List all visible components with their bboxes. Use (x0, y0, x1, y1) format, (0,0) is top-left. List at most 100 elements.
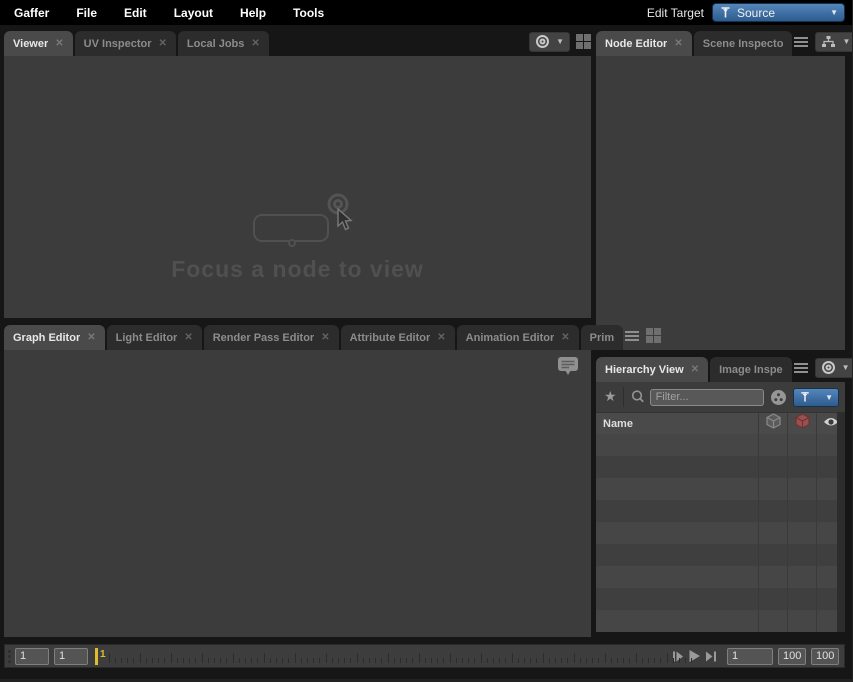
ruler-tick (443, 658, 444, 663)
graph-editor-tabbar: Graph Editor✕Light Editor✕Render Pass Ed… (4, 324, 591, 350)
name-cell (596, 478, 758, 500)
ruler-tick (636, 653, 637, 663)
ruler-tick (394, 658, 395, 663)
close-icon[interactable]: ✕ (437, 332, 445, 343)
scene-end-field[interactable]: 100 (811, 648, 839, 665)
current-frame-field[interactable]: 1 (727, 648, 773, 665)
tab-prim[interactable]: Prim (581, 325, 623, 350)
tab-light-editor[interactable]: Light Editor✕ (107, 325, 202, 350)
scrollbar[interactable] (837, 412, 845, 632)
ruler-tick (524, 658, 525, 663)
exclusions-cell (787, 478, 816, 500)
ruler-tick (580, 658, 581, 663)
bookmark-star-icon[interactable]: ★ (604, 388, 617, 405)
close-icon[interactable]: ✕ (159, 38, 167, 49)
ruler-tick (611, 658, 612, 663)
close-icon[interactable]: ✕ (674, 38, 682, 49)
frame-ruler[interactable] (107, 645, 668, 667)
viewer-target-dropdown-button[interactable]: ▼ (529, 32, 570, 52)
skip-to-end-icon[interactable] (705, 650, 717, 663)
layout-grid-icon[interactable] (646, 328, 661, 343)
close-icon[interactable]: ✕ (251, 38, 259, 49)
annotation-bubble-icon[interactable] (557, 356, 579, 382)
close-icon[interactable]: ✕ (691, 364, 699, 375)
name-cell (596, 588, 758, 610)
table-row[interactable] (596, 610, 845, 632)
playback-end-field[interactable]: 100 (778, 648, 806, 665)
exclusions-column-header[interactable] (787, 413, 816, 434)
hierarchy-table-header: Name (596, 412, 845, 434)
tab-overflow-menu-icon[interactable] (794, 362, 808, 374)
tab-uv-inspector[interactable]: UV Inspector✕ (75, 31, 176, 56)
name-cell (596, 544, 758, 566)
drag-handle-icon[interactable] (8, 649, 11, 664)
tab-overflow-menu-icon[interactable] (794, 36, 808, 48)
tab-overflow-menu-icon[interactable] (625, 330, 639, 342)
tab-attribute-editor[interactable]: Attribute Editor✕ (341, 325, 455, 350)
tab-animation-editor[interactable]: Animation Editor✕ (457, 325, 579, 350)
play-icon[interactable] (688, 649, 701, 663)
tab-graph-editor[interactable]: Graph Editor ✕ (4, 325, 105, 350)
tab-render-pass-editor[interactable]: Render Pass Editor✕ (204, 325, 339, 350)
layout-grid-icon[interactable] (576, 34, 591, 49)
ruler-tick (295, 653, 296, 663)
settings-dots-icon[interactable] (770, 389, 787, 406)
tab-hierarchy-view[interactable]: Hierarchy View✕ (596, 357, 708, 382)
hierarchy-target-dropdown-button[interactable]: ▼ (815, 358, 853, 378)
inclusions-column-header[interactable] (758, 413, 787, 434)
ruler-tick (462, 658, 463, 663)
playback-start-field[interactable]: 1 (54, 648, 88, 665)
ruler-tick (493, 658, 494, 663)
ruler-tick (685, 658, 686, 663)
viewer-canvas[interactable]: Focus a node to view (4, 56, 591, 318)
node-graph-dropdown-button[interactable]: ▼ (815, 32, 853, 52)
name-column-header[interactable]: Name (596, 413, 758, 434)
table-row[interactable] (596, 588, 845, 610)
ruler-tick (468, 658, 469, 663)
tab-scene-inspecto[interactable]: Scene Inspecto (694, 31, 793, 56)
filter-input[interactable] (650, 389, 764, 406)
menu-gaffer[interactable]: Gaffer (14, 6, 49, 20)
menu-help[interactable]: Help (240, 6, 266, 20)
playhead[interactable] (95, 648, 98, 665)
ruler-tick (425, 658, 426, 663)
table-row[interactable] (596, 500, 845, 522)
close-icon[interactable]: ✕ (321, 332, 329, 343)
tab-label: Graph Editor (13, 332, 80, 344)
table-row[interactable] (596, 456, 845, 478)
close-icon[interactable]: ✕ (87, 332, 95, 343)
tab-viewer[interactable]: Viewer✕ (4, 31, 73, 56)
name-cell (596, 500, 758, 522)
viewer-tabbar-tools: ▼ (529, 30, 591, 56)
scene-start-field[interactable]: 1 (15, 648, 49, 665)
graph-editor-canvas[interactable] (4, 350, 591, 637)
menu-layout[interactable]: Layout (174, 6, 213, 20)
tab-image-inspe[interactable]: Image Inspe (710, 357, 792, 382)
chevron-down-icon: ▼ (842, 37, 850, 46)
edit-scope-dropdown[interactable]: ▼ (793, 388, 839, 407)
close-icon[interactable]: ✕ (561, 332, 569, 343)
inclusions-cell (758, 434, 787, 456)
ruler-tick (388, 653, 389, 663)
ruler-tick (623, 658, 624, 663)
ruler-tick (152, 658, 153, 663)
ruler-tick (133, 658, 134, 663)
close-icon[interactable]: ✕ (55, 38, 63, 49)
table-row[interactable] (596, 478, 845, 500)
table-row[interactable] (596, 434, 845, 456)
tab-local-jobs[interactable]: Local Jobs✕ (178, 31, 269, 56)
table-row[interactable] (596, 522, 845, 544)
menu-tools[interactable]: Tools (293, 6, 324, 20)
table-row[interactable] (596, 544, 845, 566)
target-icon (821, 360, 836, 375)
ruler-tick (660, 658, 661, 663)
exclusions-cell (787, 522, 816, 544)
tab-node-editor[interactable]: Node Editor✕ (596, 31, 692, 56)
table-row[interactable] (596, 566, 845, 588)
edit-target-dropdown[interactable]: Source ▼ (712, 3, 845, 22)
close-icon[interactable]: ✕ (184, 332, 192, 343)
menu-edit[interactable]: Edit (124, 6, 147, 20)
menu-file[interactable]: File (76, 6, 97, 20)
ruler-tick (319, 658, 320, 663)
exclusions-red-cube-icon (795, 413, 810, 434)
